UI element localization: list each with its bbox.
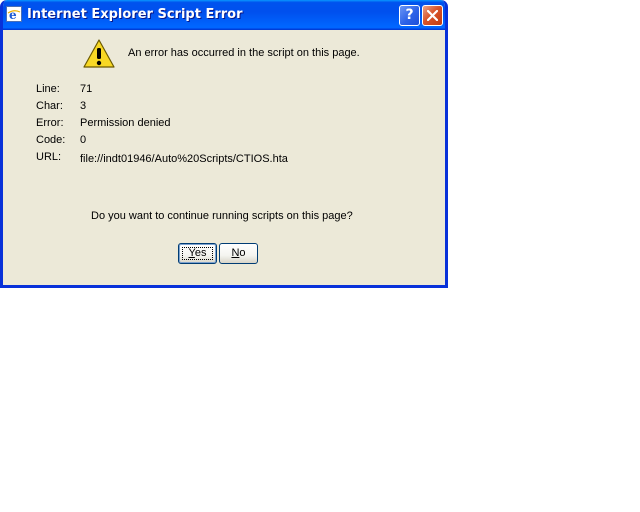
char-label: Char: <box>36 100 63 112</box>
yes-rest: es <box>194 247 207 259</box>
svg-text:e: e <box>9 8 17 21</box>
question-mark-icon: ? <box>405 7 414 23</box>
error-label: Error: <box>36 117 64 129</box>
no-button-label: No <box>231 247 245 259</box>
error-value: Permission denied <box>80 117 171 129</box>
title-bar[interactable]: e Internet Explorer Script Error ? <box>3 0 445 30</box>
help-button[interactable]: ? <box>399 5 420 26</box>
url-label: URL: <box>36 151 62 163</box>
code-value: 0 <box>80 134 87 146</box>
script-error-dialog: e Internet Explorer Script Error ? An er… <box>0 0 448 288</box>
line-value: 71 <box>80 83 93 95</box>
ie-page-icon: e <box>6 6 22 22</box>
yes-button[interactable]: Yes <box>178 243 217 264</box>
code-label: Code: <box>36 134 66 146</box>
error-message: An error has occurred in the script on t… <box>128 47 360 59</box>
url-value: file://indt01946/Auto%20Scripts/CTIOS.ht… <box>80 153 288 165</box>
no-button[interactable]: No <box>219 243 258 264</box>
continue-question: Do you want to continue running scripts … <box>91 210 353 222</box>
line-label: Line: <box>36 83 60 95</box>
char-value: 3 <box>80 100 87 112</box>
close-button[interactable] <box>422 5 443 26</box>
window-title: Internet Explorer Script Error <box>27 7 243 22</box>
close-icon <box>427 10 438 21</box>
yes-button-label: Yes <box>189 247 207 259</box>
no-rest: o <box>239 247 246 259</box>
warning-icon <box>83 39 115 68</box>
